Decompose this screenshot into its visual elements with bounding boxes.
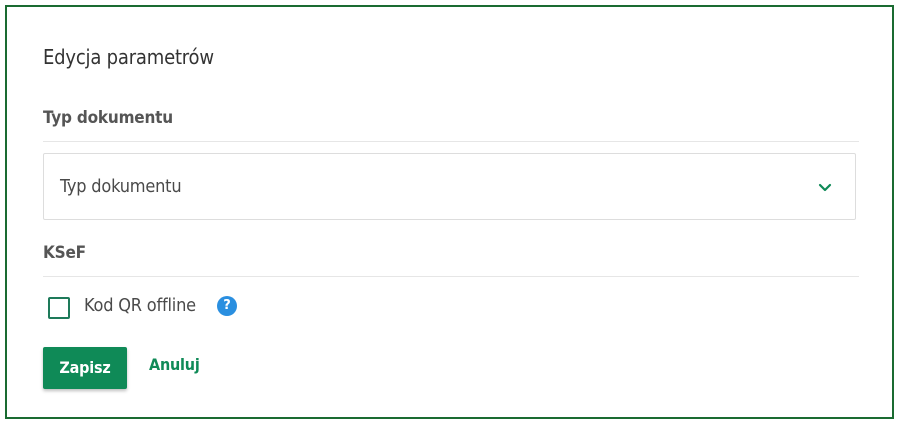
dialog-title: Edycja parametrów bbox=[43, 45, 214, 69]
document-type-select[interactable]: Typ dokumentu bbox=[43, 153, 856, 220]
document-type-section-label: Typ dokumentu bbox=[43, 108, 173, 128]
qr-offline-label[interactable]: Kod QR offline bbox=[84, 295, 196, 316]
chevron-down-icon bbox=[818, 183, 832, 192]
cancel-link[interactable]: Anuluj bbox=[149, 355, 200, 374]
qr-offline-checkbox[interactable] bbox=[48, 297, 70, 319]
ksef-section-label: KSeF bbox=[43, 243, 86, 263]
document-type-select-value: Typ dokumentu bbox=[60, 176, 182, 197]
dialog-panel: Edycja parametrów Typ dokumentu Typ doku… bbox=[5, 5, 894, 419]
save-button[interactable]: Zapisz bbox=[43, 347, 127, 389]
section-divider bbox=[43, 276, 859, 277]
section-divider bbox=[43, 141, 859, 142]
help-icon[interactable]: ? bbox=[217, 296, 237, 316]
